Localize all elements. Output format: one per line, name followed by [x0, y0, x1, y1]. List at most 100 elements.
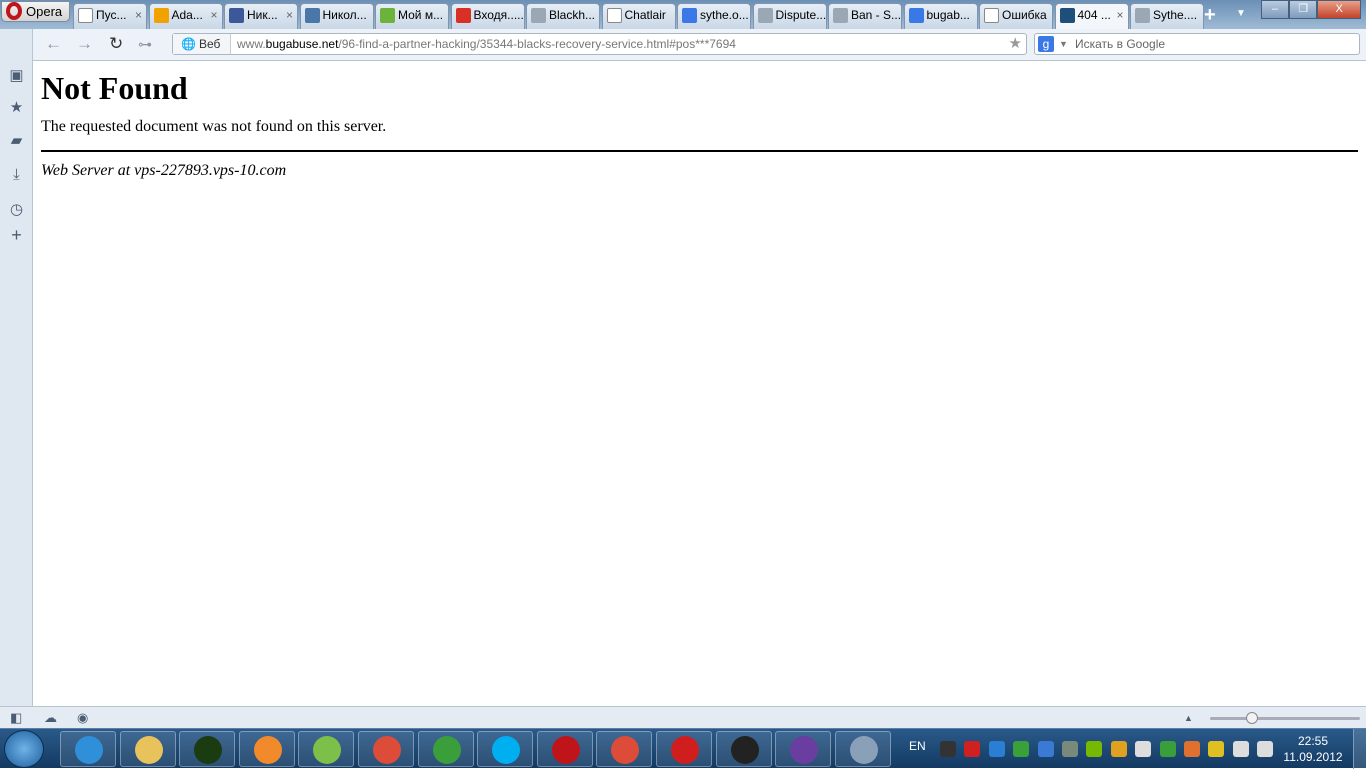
taskbar-button[interactable] — [536, 731, 593, 767]
usb-tray-icon[interactable] — [1062, 741, 1078, 757]
tab[interactable]: Ошибка — [979, 3, 1053, 29]
tab[interactable]: Пус... × — [73, 3, 147, 29]
close-tab-icon[interactable]: × — [135, 4, 142, 26]
turbo-icon[interactable]: ◉ — [77, 710, 88, 726]
toggle-panel-icon[interactable]: ◧ — [10, 710, 22, 726]
taskbar: EN 22:55 11.09.2012 — [0, 728, 1366, 769]
tab[interactable]: Ban - S... — [828, 3, 902, 29]
notes-icon[interactable]: ▰ — [8, 132, 25, 149]
chrome-icon — [373, 736, 401, 764]
tab-label: Chatlair — [624, 8, 666, 22]
key-icon[interactable]: ⊶ — [138, 36, 152, 53]
show-desktop-button[interactable] — [1353, 729, 1366, 769]
close-tab-icon[interactable]: × — [1116, 4, 1123, 26]
volume-icon[interactable] — [1257, 741, 1274, 757]
tab-label: Sythe.... — [1153, 8, 1198, 22]
url-text[interactable]: www.bugabuse.net/96-find-a-partner-hacki… — [237, 34, 736, 54]
opera-icon — [671, 736, 699, 764]
media-tray-icon[interactable] — [988, 741, 1005, 757]
opera-unite-cloud-icon[interactable]: ☁ — [44, 710, 57, 726]
error-message: The requested document was not found on … — [41, 118, 387, 135]
tab[interactable]: bugab... — [903, 3, 978, 29]
bookmarks-star-icon[interactable]: ★ — [8, 99, 25, 116]
taskbar-button[interactable] — [715, 731, 772, 767]
taskbar-button[interactable] — [60, 731, 116, 767]
google-icon[interactable]: g — [1038, 36, 1054, 52]
tab[interactable]: Ник... × — [224, 3, 298, 29]
network-globe-tray-icon[interactable] — [1110, 741, 1127, 757]
taskbar-button[interactable] — [477, 731, 534, 767]
nvidia-tray-icon[interactable] — [1086, 741, 1103, 757]
restore-button[interactable]: ❐ — [1289, 0, 1318, 19]
back-button[interactable]: ← — [45, 34, 62, 54]
tab[interactable]: Dispute... — [752, 3, 827, 29]
tab[interactable]: sythe.o... — [677, 3, 751, 29]
tab[interactable]: Входя...... — [450, 3, 525, 29]
calculator-icon — [849, 736, 878, 764]
add-panel-icon[interactable]: + — [8, 226, 25, 244]
antivirus-tray-icon[interactable] — [1013, 741, 1030, 757]
taskbar-button[interactable] — [775, 731, 832, 767]
window-controls: – ❐ X — [1261, 0, 1361, 19]
close-window-button[interactable]: X — [1317, 0, 1361, 19]
new-tab-button[interactable]: + — [1204, 4, 1216, 27]
taskbar-button[interactable] — [238, 731, 295, 767]
downloads-icon[interactable]: ⤓ — [8, 166, 25, 183]
close-tab-icon[interactable]: × — [286, 4, 293, 26]
steam-tray-icon[interactable] — [940, 741, 956, 757]
visual-studio-icon — [790, 736, 819, 764]
tab[interactable]: Никол... — [299, 3, 374, 29]
utorrent-icon — [432, 736, 461, 764]
zoom-slider-handle[interactable] — [1246, 712, 1258, 724]
clock[interactable]: 22:55 11.09.2012 — [1283, 733, 1343, 765]
network-tray-icon[interactable] — [1232, 741, 1249, 757]
taskbar-button[interactable] — [834, 731, 891, 767]
view-menu-arrow-icon[interactable]: ▲ — [1184, 713, 1193, 723]
page-icon — [984, 8, 999, 23]
site-info-button[interactable]: 🌐 Веб — [173, 34, 231, 54]
forward-button[interactable]: → — [76, 34, 93, 54]
opera-menu-button[interactable]: Opera — [1, 1, 70, 22]
utorrent-tray-icon[interactable] — [1159, 741, 1176, 757]
tab[interactable]: Sythe.... — [1130, 3, 1204, 29]
speaker-alert-icon[interactable] — [1184, 741, 1200, 757]
taskbar-button[interactable] — [179, 731, 236, 767]
page-heading: Not Found — [41, 70, 188, 106]
bookmark-star-icon[interactable]: ★ — [1009, 34, 1022, 54]
tab[interactable]: Мой м... — [375, 3, 449, 29]
tab[interactable]: Ada... × — [148, 3, 223, 29]
taskbar-button[interactable] — [417, 731, 474, 767]
speed-dial-icon[interactable]: ▣ — [8, 67, 25, 84]
taskbar-button[interactable] — [119, 731, 176, 767]
shield-icon — [531, 8, 546, 23]
status-bar: ◧ ☁ ◉ ▲ — [0, 706, 1366, 728]
opera-tray-icon[interactable] — [964, 741, 981, 757]
taskbar-button[interactable] — [298, 731, 355, 767]
action-center-flag-icon[interactable] — [1135, 741, 1152, 757]
tab[interactable]: Blackh... — [526, 3, 600, 29]
tab[interactable]: Chatlair — [601, 3, 676, 29]
tab-label: Входя...... — [473, 8, 525, 22]
taskbar-button[interactable] — [596, 731, 653, 767]
tab[interactable]: 404 ... × — [1054, 3, 1129, 29]
search-engine-dropdown-icon[interactable]: ▼ — [1059, 34, 1068, 54]
language-indicator[interactable]: EN — [909, 739, 926, 753]
sync-tray-icon[interactable] — [1037, 741, 1054, 757]
search-field[interactable]: g ▼ Искать в Google — [1034, 33, 1360, 55]
start-button[interactable] — [4, 730, 44, 768]
tab-list-dropdown-icon[interactable]: ▼ — [1236, 8, 1246, 19]
opera-next-icon — [551, 736, 580, 764]
chrome-icon — [611, 736, 640, 764]
zoom-slider[interactable] — [1210, 712, 1360, 724]
tab-bar: Opera Пус... × Ada... × Ник... × Никол... Мой м… — [0, 0, 1366, 29]
close-tab-icon[interactable]: × — [210, 4, 217, 26]
site-info-label: Веб — [199, 37, 221, 51]
reload-button[interactable]: ↻ — [109, 34, 123, 54]
server-signature: Web Server at vps-227893.vps-10.com — [41, 162, 287, 179]
notification-badge-icon[interactable] — [1208, 741, 1225, 757]
address-bar[interactable]: 🌐 Веб www.bugabuse.net/96-find-a-partner-… — [172, 33, 1027, 55]
taskbar-button[interactable] — [358, 731, 414, 767]
minimize-button[interactable]: – — [1261, 0, 1290, 19]
taskbar-button[interactable] — [656, 731, 712, 767]
history-clock-icon[interactable]: ◷ — [8, 201, 25, 218]
